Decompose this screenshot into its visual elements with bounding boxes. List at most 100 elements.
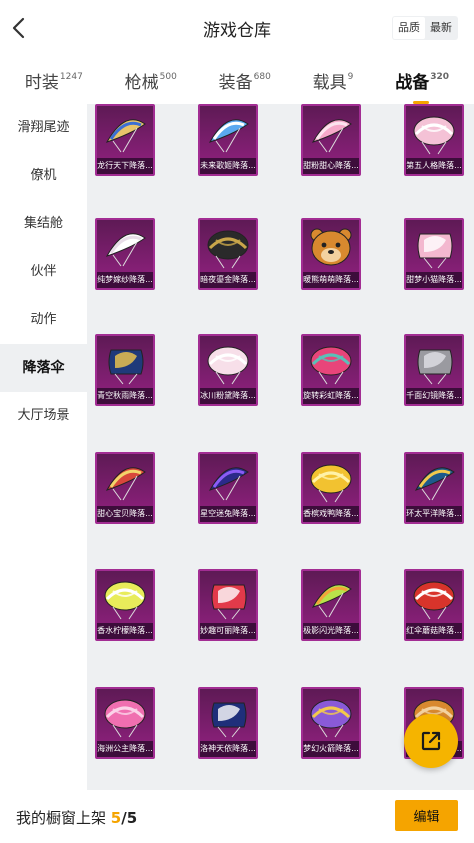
item-card[interactable]: 未来歌姬降落... [198,104,258,176]
item-card[interactable]: 千面幻镜降落... [404,334,464,406]
item-name: 冰川粉黛降落... [200,388,256,404]
sidebar-item-parachute[interactable]: 降落伞 [0,344,87,392]
parachute-icon [410,577,458,621]
item-name: 纯梦嫁纱降落... [97,272,153,288]
tab-count: 680 [253,72,271,83]
item-name: 海洲公主降落... [97,741,153,757]
parachute-icon [307,342,355,386]
item-card[interactable]: 梦幻火箭降落... [301,687,361,759]
item-name: 环太平洋降落... [406,506,462,522]
parachute-icon [307,460,355,504]
item-grid: 龙行天下降落... 未来歌姬降落... 甜粉甜心降落... 第五人格降落... 纯梦嫁纱… [87,104,474,790]
parachute-icon [307,112,355,156]
item-card[interactable]: 海洲公主降落... [95,687,155,759]
sidebar-item-companion[interactable]: 伙伴 [0,248,87,296]
parachute-icon [307,577,355,621]
tab-label: 载具 [312,73,347,93]
tab-count: 500 [159,72,177,83]
item-name: 香槟戏鸭降落... [303,506,359,522]
sidebar-item-lobby-scene[interactable]: 大厅场景 [0,392,87,440]
parachute-icon [101,226,149,270]
parachute-icon [204,342,252,386]
showcase-status: 我的橱窗上架 5/5 [16,807,137,828]
tab-guns[interactable]: 枪械500 [125,56,177,102]
item-card[interactable]: 洛神天依降落... [198,687,258,759]
item-card[interactable]: 暗夜鎏金降落... [198,218,258,290]
item-card[interactable]: 纯梦嫁纱降落... [95,218,155,290]
item-card[interactable]: 青空秋雨降落... [95,334,155,406]
parachute-icon [204,460,252,504]
tab-count: 320 [430,72,450,83]
item-name: 妙趣可丽降落... [200,623,256,639]
item-name: 甜粉甜心降落... [303,158,359,174]
item-name: 暖熊萌萌降落... [303,272,359,288]
share-button[interactable] [404,714,458,768]
item-name: 青空秋雨降落... [97,388,153,404]
item-name: 极影闪光降落... [303,623,359,639]
item-card[interactable]: 甜心宝贝降落... [95,452,155,524]
tab-fashion[interactable]: 时装1247 [25,56,83,102]
tab-equipment[interactable]: 装备680 [219,56,271,102]
item-name: 香水柠檬降落... [97,623,153,639]
item-name: 未来歌姬降落... [200,158,256,174]
sidebar-item-emote[interactable]: 动作 [0,296,87,344]
item-card[interactable]: 妙趣可丽降落... [198,569,258,641]
item-card[interactable]: 星空迷兔降落... [198,452,258,524]
item-card[interactable]: 甜梦小猫降落... [404,218,464,290]
item-name: 龙行天下降落... [97,158,153,174]
item-card[interactable]: 极影闪光降落... [301,569,361,641]
tab-label: 枪械 [124,73,159,93]
item-card[interactable]: 香水柠檬降落... [95,569,155,641]
tab-count: 1247 [59,72,83,83]
showcase-footer: 我的橱窗上架 5/5 编辑 [0,790,474,843]
parachute-icon [204,577,252,621]
top-bar: 游戏仓库 品质 最新 [0,0,474,56]
item-card[interactable]: 香槟戏鸭降落... [301,452,361,524]
edit-button[interactable]: 编辑 [395,800,458,831]
item-card[interactable]: 环太平洋降落... [404,452,464,524]
parachute-icon [101,577,149,621]
item-name: 甜梦小猫降落... [406,272,462,288]
share-icon [421,731,441,751]
item-name: 星空迷兔降落... [200,506,256,522]
item-card[interactable]: 暖熊萌萌降落... [301,218,361,290]
item-card[interactable]: 龙行天下降落... [95,104,155,176]
tab-label: 装备 [218,73,253,93]
item-card[interactable]: 甜粉甜心降落... [301,104,361,176]
item-name: 红伞蘑菇降落... [406,623,462,639]
sort-option-quality[interactable]: 品质 [393,17,425,39]
parachute-icon [410,112,458,156]
showcase-count: 5 [110,809,122,827]
sidebar-item-glide-trail[interactable]: 滑翔尾迹 [0,104,87,152]
item-name: 千面幻镜降落... [406,388,462,404]
parachute-icon [410,460,458,504]
parachute-icon [101,112,149,156]
sort-option-newest[interactable]: 最新 [425,17,457,39]
item-card[interactable]: 红伞蘑菇降落... [404,569,464,641]
sort-toggle: 品质 最新 [392,16,458,40]
parachute-icon [204,112,252,156]
item-name: 洛神天依降落... [200,741,256,757]
parachute-icon [101,695,149,739]
parachute-icon [204,226,252,270]
sidebar-item-rally-pod[interactable]: 集结舱 [0,200,87,248]
item-name: 暗夜鎏金降落... [200,272,256,288]
parachute-icon [410,342,458,386]
parachute-icon [410,226,458,270]
parachute-icon [307,695,355,739]
item-card[interactable]: 冰川粉黛降落... [198,334,258,406]
item-name: 梦幻火箭降落... [303,741,359,757]
tab-vehicles[interactable]: 载具9 [313,56,354,102]
subcategory-sidebar: 滑翔尾迹 僚机 集结舱 伙伴 动作 降落伞 大厅场景 [0,104,87,790]
item-card[interactable]: 旋转彩虹降落... [301,334,361,406]
item-name: 甜心宝贝降落... [97,506,153,522]
sidebar-item-wingman[interactable]: 僚机 [0,152,87,200]
parachute-icon [101,342,149,386]
item-name: 第五人格降落... [406,158,462,174]
tab-count: 9 [347,72,354,83]
showcase-max: 5 [126,809,138,827]
parachute-icon [204,695,252,739]
tab-battle-gear[interactable]: 战备320 [395,56,450,104]
item-card[interactable]: 第五人格降落... [404,104,464,176]
tab-label: 战备 [395,73,430,93]
